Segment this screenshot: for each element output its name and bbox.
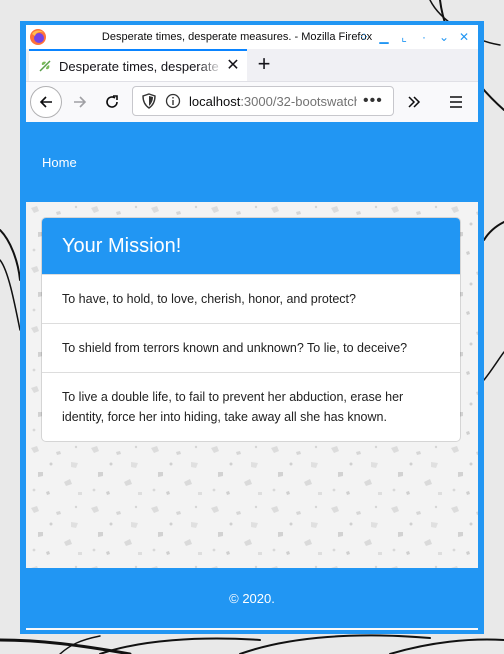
nav-link-home[interactable]: Home [42, 155, 77, 170]
list-item: To live a double life, to fail to preven… [42, 372, 460, 441]
shade-icon[interactable]: · [416, 29, 432, 45]
chevron-down-icon[interactable]: ⌄ [436, 29, 452, 45]
navigation-toolbar: localhost:3000/32-bootswatch-materia ••• [26, 82, 478, 123]
reload-button[interactable] [96, 86, 128, 118]
sticky-icon[interactable]: ⁘ [356, 29, 372, 45]
title-bar: Desperate times, desperate measures. - M… [26, 25, 478, 49]
arrow-right-icon [74, 96, 87, 108]
mission-card: Your Mission! To have, to hold, to love,… [42, 218, 460, 441]
reload-icon [106, 95, 118, 108]
leaf-favicon-icon [39, 60, 51, 72]
url-text[interactable]: localhost:3000/32-bootswatch-materia [189, 94, 357, 109]
forward-button[interactable] [64, 86, 96, 118]
page-background: Your Mission! To have, to hold, to love,… [26, 202, 478, 568]
list-item: To shield from terrors known and unknown… [42, 323, 460, 372]
tab-active[interactable]: Desperate times, desperate measures. ✕ [29, 49, 247, 81]
hamburger-icon [450, 96, 462, 108]
firefox-window: Desperate times, desperate measures. - M… [20, 21, 484, 634]
list-item: To have, to hold, to love, cherish, hono… [42, 274, 460, 323]
page-actions-icon[interactable]: ••• [363, 92, 383, 110]
copyright-text: © 2020. [229, 590, 275, 606]
maximize-icon[interactable]: ⌞ [396, 29, 412, 45]
new-tab-button[interactable]: + [252, 53, 276, 77]
arrow-left-icon [39, 96, 52, 108]
window-controls: ⁘ ▁ ⌞ · ⌄ ✕ [356, 29, 472, 45]
hamburger-menu-button[interactable] [440, 86, 472, 118]
tab-close-icon[interactable]: ✕ [223, 56, 243, 76]
double-chevron-right-icon [408, 96, 421, 108]
shield-icon[interactable] [141, 93, 157, 109]
site-navbar: Home [26, 122, 478, 202]
url-bar[interactable]: localhost:3000/32-bootswatch-materia ••• [132, 86, 394, 116]
overflow-menu-button[interactable] [398, 86, 430, 118]
tab-bar: Desperate times, desperate measures. ✕ + [26, 49, 478, 82]
close-icon[interactable]: ✕ [456, 29, 472, 45]
minimize-icon[interactable]: ▁ [376, 29, 392, 45]
web-page: Home Your Mission! To have, to hold, to … [26, 122, 478, 630]
card-title: Your Mission! [42, 218, 460, 274]
site-footer: © 2020. [26, 568, 478, 628]
tab-title: Desperate times, desperate measures. [59, 58, 223, 74]
info-icon[interactable] [165, 93, 181, 109]
back-button[interactable] [30, 86, 62, 118]
browser-chrome: Desperate times, desperate measures. - M… [26, 25, 478, 630]
